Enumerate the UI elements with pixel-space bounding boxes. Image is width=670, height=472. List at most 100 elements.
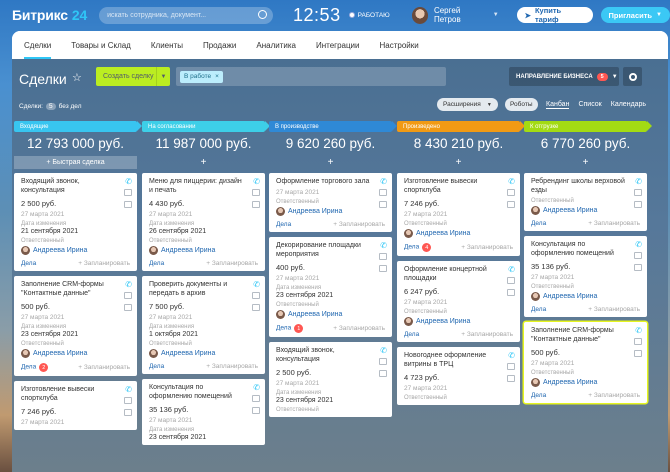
phone-icon[interactable]: ✆ [508, 265, 515, 274]
responsible-user[interactable]: Андреева Ирина [404, 229, 513, 238]
deal-card[interactable]: ✆ Изготовление вывески спортклуба 7 246 ру… [14, 381, 137, 430]
responsible-user[interactable]: Андреева Ирина [149, 349, 258, 358]
phone-icon[interactable]: ✆ [508, 351, 515, 360]
extensions-button[interactable]: Расширения ▼ [437, 98, 498, 111]
responsible-user[interactable]: Андреева Ирина [21, 349, 130, 358]
plan-link[interactable]: + Запланировать [333, 325, 385, 332]
deal-card[interactable]: ✆ Консультация по оформлению помещений 35 … [524, 236, 647, 317]
deal-title[interactable]: Меню для пиццерии: дизайн и печать [149, 177, 258, 195]
phone-icon[interactable]: ✆ [380, 177, 387, 186]
phone-icon[interactable]: ✆ [125, 280, 132, 289]
deals-link[interactable]: Дела 4 [404, 243, 432, 252]
message-icon[interactable] [507, 277, 515, 284]
quick-deal-button[interactable]: + [397, 156, 520, 169]
plan-link[interactable]: + Запланировать [461, 331, 513, 338]
deal-card[interactable]: ✆ Консультация по оформлению помещений 35 … [142, 379, 265, 445]
phone-icon[interactable]: ✆ [125, 177, 132, 186]
stage-header[interactable]: На согласовании [142, 121, 270, 132]
phone-icon[interactable]: ✆ [380, 241, 387, 250]
star-icon[interactable]: ☆ [72, 71, 82, 84]
view-calendar[interactable]: Календарь [611, 101, 646, 109]
deal-title[interactable]: Декорирование площадки мероприятия [276, 241, 385, 259]
mail-icon[interactable] [379, 370, 387, 377]
responsible-user[interactable]: Андреева Ирина [276, 207, 385, 216]
add-deal-button[interactable]: Создать сделку ▼ [96, 67, 170, 86]
plan-link[interactable]: + Запланировать [333, 221, 385, 228]
deal-title[interactable]: Входящий звонок, консультация [276, 346, 385, 364]
tab-deals[interactable]: Сделки [14, 41, 61, 59]
message-icon[interactable] [507, 189, 515, 196]
deals-link[interactable]: Дела [531, 392, 546, 399]
mail-icon[interactable] [507, 201, 515, 208]
plan-link[interactable]: + Запланировать [461, 244, 513, 251]
message-icon[interactable] [252, 189, 260, 196]
message-icon[interactable] [379, 189, 387, 196]
responsible-user[interactable]: Андреева Ирина [531, 292, 640, 301]
mail-icon[interactable] [634, 264, 642, 271]
deal-card[interactable]: ✆ Ребрендинг школы верховой езды Ответстве… [524, 173, 647, 231]
message-icon[interactable] [124, 397, 132, 404]
responsible-user[interactable]: Андреева Ирина [149, 246, 258, 255]
mail-icon[interactable] [252, 201, 260, 208]
deal-title[interactable]: Изготовление вывески спортклуба [404, 177, 513, 195]
deals-link[interactable]: Дела 1 [276, 324, 304, 333]
filter-tag[interactable]: В работе × [180, 70, 223, 83]
tab-products[interactable]: Товары и Склад [61, 41, 141, 59]
message-icon[interactable] [634, 252, 642, 259]
message-icon[interactable] [634, 338, 642, 345]
quick-deal-button[interactable]: + [142, 156, 265, 169]
message-icon[interactable] [124, 292, 132, 299]
tab-sales[interactable]: Продажи [193, 41, 246, 59]
plan-link[interactable]: + Запланировать [206, 363, 258, 370]
view-kanban[interactable]: Канбан [546, 101, 570, 109]
deal-card[interactable]: ✆ Новогоднее оформление витрины в ТРЦ 4 72… [397, 347, 520, 405]
message-icon[interactable] [634, 189, 642, 196]
deal-card[interactable]: ✆ Входящий звонок, консультация 2 500 руб.… [269, 342, 392, 417]
plan-link[interactable]: + Запланировать [588, 392, 640, 399]
message-icon[interactable] [379, 253, 387, 260]
stage-header[interactable]: В производстве [269, 121, 397, 132]
plan-link[interactable]: + Запланировать [588, 220, 640, 227]
deal-title[interactable]: Консультация по оформлению помещений [149, 383, 258, 401]
deals-link[interactable]: Дела [149, 363, 164, 370]
responsible-user[interactable]: Андреева Ирина [404, 317, 513, 326]
user-menu[interactable]: Сергей Петров ▼ [411, 6, 499, 24]
chevron-down-icon[interactable]: ▼ [156, 67, 170, 86]
deals-link[interactable]: Дела [404, 331, 419, 338]
mail-icon[interactable] [379, 201, 387, 208]
responsible-user[interactable]: Андреева Ирина [531, 378, 640, 387]
message-icon[interactable] [379, 358, 387, 365]
message-icon[interactable] [252, 395, 260, 402]
deals-link[interactable]: Дела [149, 260, 164, 267]
deal-card[interactable]: ✆ Проверить документы и передать в архив 7… [142, 276, 265, 374]
tab-clients[interactable]: Клиенты [141, 41, 193, 59]
mail-icon[interactable] [124, 409, 132, 416]
plan-link[interactable]: + Запланировать [588, 306, 640, 313]
deal-card[interactable]: ✆ Оформление торгового зала 27 марта 2021 О… [269, 173, 392, 232]
mail-icon[interactable] [252, 407, 260, 414]
deal-title[interactable]: Оформление концертной площадки [404, 265, 513, 283]
plan-link[interactable]: + Запланировать [78, 364, 130, 371]
phone-icon[interactable]: ✆ [380, 346, 387, 355]
quick-deal-button[interactable]: + [269, 156, 392, 169]
deal-title[interactable]: Оформление торгового зала [276, 177, 385, 186]
robots-button[interactable]: Роботы [505, 98, 538, 111]
deal-title[interactable]: Консультация по оформлению помещений [531, 240, 640, 258]
search-input[interactable]: искать сотрудника, документ... [99, 6, 274, 24]
mail-icon[interactable] [124, 304, 132, 311]
deals-link[interactable]: Дела 2 [21, 363, 49, 372]
deals-link[interactable]: Дела [531, 306, 546, 313]
tab-analytics[interactable]: Аналитика [246, 41, 306, 59]
close-icon[interactable]: × [215, 73, 219, 80]
phone-icon[interactable]: ✆ [253, 383, 260, 392]
deal-title[interactable]: Заполнение CRM-формы "Контактные данные" [21, 280, 130, 298]
mail-icon[interactable] [124, 201, 132, 208]
plan-link[interactable]: + Запланировать [78, 260, 130, 267]
stage-header[interactable]: К отгрузке [524, 121, 652, 132]
deals-link[interactable]: Дела [21, 260, 36, 267]
view-list[interactable]: Список [578, 101, 601, 109]
phone-icon[interactable]: ✆ [508, 177, 515, 186]
deal-card[interactable]: ✆ Заполнение CRM-формы "Контактные данные… [524, 322, 647, 403]
deal-card[interactable]: ✆ Заполнение CRM-формы "Контактные данные… [14, 276, 137, 376]
deal-card[interactable]: ✆ Изготовление вывески спортклуба 7 246 ру… [397, 173, 520, 256]
